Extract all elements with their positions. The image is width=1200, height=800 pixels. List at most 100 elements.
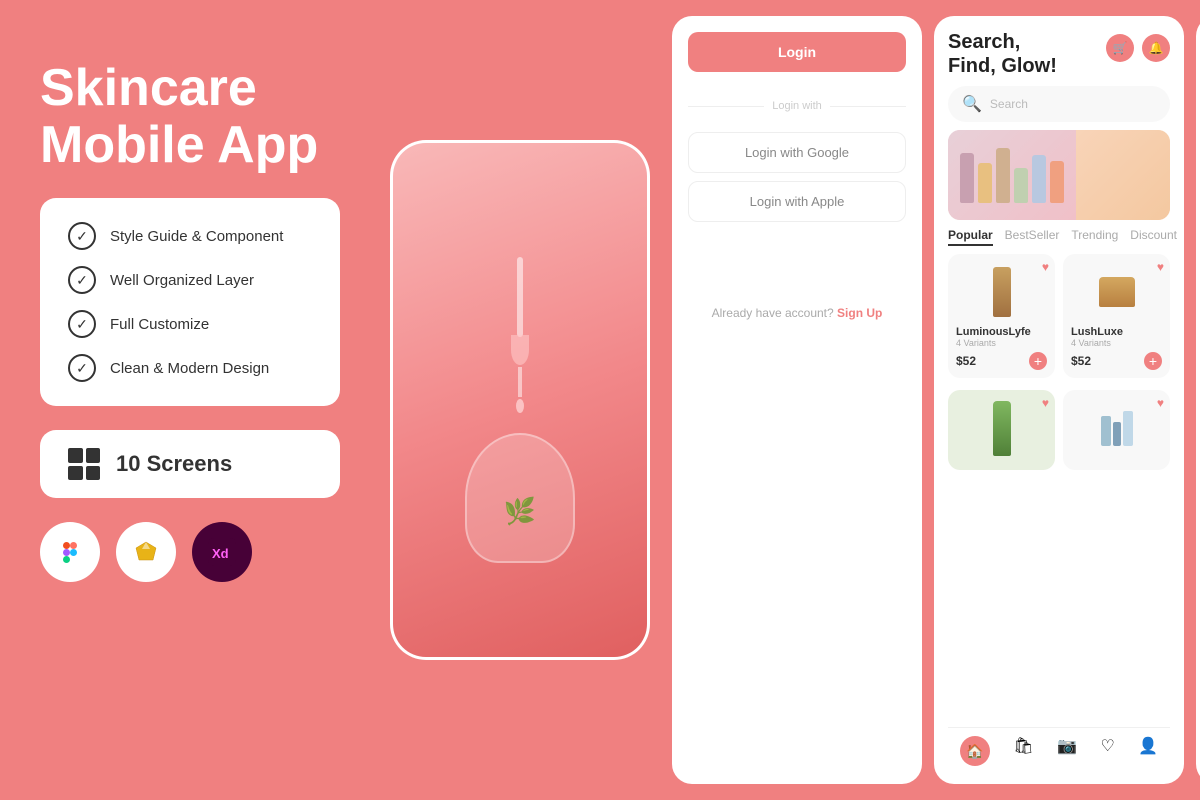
login-with-text: Login with: [772, 100, 822, 112]
product-card-4: ♥: [1063, 390, 1170, 470]
tabs-row: Popular BestSeller Trending Discount: [948, 228, 1170, 246]
phone-frame: 🌿: [390, 140, 650, 660]
search-placeholder: Search: [990, 97, 1028, 111]
dropper-visual: 🌿: [393, 143, 647, 657]
grid-icon: [68, 448, 100, 480]
cas3: [1123, 411, 1133, 446]
feature-text-4: Clean & Modern Design: [110, 360, 269, 377]
title-line1: Skincare: [40, 59, 257, 117]
already-text: Already have account?: [712, 306, 834, 320]
login-button-label: Login: [778, 44, 816, 60]
product-card-3: ♥: [948, 390, 1055, 470]
feature-text-2: Well Organized Layer: [110, 272, 254, 289]
grid-cell-1: [68, 448, 83, 463]
login-button[interactable]: Login: [688, 32, 906, 72]
login-with-section: Login with: [688, 88, 906, 124]
already-have-account: Already have account? Sign Up: [688, 298, 906, 328]
grid-cell-2: [86, 448, 101, 463]
nav-shop[interactable]: 🛍: [1013, 736, 1033, 766]
product-list-screen: Find Your PerfectSkincare Match! All Ski…: [1196, 16, 1200, 784]
title-line2: Mobile App: [40, 116, 318, 174]
bell-icon[interactable]: 🔔: [1142, 34, 1170, 62]
product-variants-1: 4 Variants: [956, 338, 1047, 348]
logo-overlay: 🌿: [504, 496, 536, 527]
tab-trending[interactable]: Trending: [1071, 228, 1118, 246]
product-img-3: [956, 398, 1047, 458]
dropper-group: [511, 257, 529, 413]
sketch-icon: [116, 522, 176, 582]
tab-popular[interactable]: Popular: [948, 228, 993, 246]
nav-profile[interactable]: 👤: [1138, 736, 1158, 766]
product-variants-2: 4 Variants: [1071, 338, 1162, 348]
google-login-label: Login with Google: [745, 145, 849, 160]
product-name-1: LuminousLyfe: [956, 326, 1047, 338]
nav-camera[interactable]: 📷: [1057, 736, 1077, 766]
cas1: [1101, 416, 1111, 446]
search-icon: 🔍: [962, 94, 982, 114]
check-icon-3: [68, 310, 96, 338]
shop-header: Search, Find, Glow! 🛒 🔔: [948, 30, 1170, 78]
grid-cell-3: [68, 466, 83, 481]
product-price-1: $52: [956, 354, 976, 368]
green-bottle-small: [993, 401, 1011, 456]
serum-bottle-1: [993, 267, 1011, 317]
features-card: Style Guide & Component Well Organized L…: [40, 198, 340, 406]
heart-icon-1[interactable]: ♥: [1042, 260, 1049, 274]
bottle-2: [978, 163, 992, 203]
tab-bestseller[interactable]: BestSeller: [1005, 228, 1060, 246]
header-icons: 🛒 🔔: [1106, 30, 1170, 62]
heart-icon-2[interactable]: ♥: [1157, 260, 1164, 274]
dropper-tip: [518, 367, 522, 397]
heart-icon-4[interactable]: ♥: [1157, 396, 1164, 410]
divider-row-1: Login with: [688, 100, 906, 112]
bottom-nav: 🏠 🛍 📷 ♡ 👤: [948, 727, 1170, 770]
feature-item-2: Well Organized Layer: [68, 266, 312, 294]
product-card-1: ♥ LuminousLyfe 4 Variants $52 +: [948, 254, 1055, 378]
nav-heart[interactable]: ♡: [1100, 736, 1114, 766]
screens-card: 10 Screens: [40, 430, 340, 498]
grid-cell-4: [86, 466, 101, 481]
nav-home[interactable]: 🏠: [960, 736, 990, 766]
add-product-1-button[interactable]: +: [1029, 352, 1047, 370]
signup-link[interactable]: Sign Up: [837, 306, 882, 320]
dropper-stem: [517, 257, 523, 337]
banner-right: [1076, 130, 1170, 220]
apple-login-button[interactable]: Login with Apple: [688, 181, 906, 222]
product-card-2: ♥ LushLuxe 4 Variants $52 +: [1063, 254, 1170, 378]
product-img-4: [1071, 398, 1162, 458]
product-name-2: LushLuxe: [1071, 326, 1162, 338]
feature-text-3: Full Customize: [110, 316, 209, 333]
screens-count: 10 Screens: [116, 451, 232, 477]
heart-icon-3[interactable]: ♥: [1042, 396, 1049, 410]
bottle-1: [960, 153, 974, 203]
right-panel: Login Login with Login with Google Login…: [660, 0, 1200, 800]
products-grid: ♥ LuminousLyfe 4 Variants $52 + ♥ LushLu…: [948, 254, 1170, 378]
add-product-2-button[interactable]: +: [1144, 352, 1162, 370]
jar-bottle-1: [1099, 277, 1135, 307]
figma-icon: [40, 522, 100, 582]
app-title: Skincare Mobile App: [40, 60, 340, 174]
tools-row: Xd: [40, 522, 340, 582]
check-icon-2: [68, 266, 96, 294]
divider-right: [830, 106, 906, 107]
tab-discount[interactable]: Discount: [1130, 228, 1177, 246]
xd-icon: Xd: [192, 522, 252, 582]
shop-title: Search, Find, Glow!: [948, 30, 1057, 78]
check-icon-1: [68, 222, 96, 250]
google-login-button[interactable]: Login with Google: [688, 132, 906, 173]
cas2: [1113, 422, 1121, 446]
product-img-1: [956, 262, 1047, 322]
product-img-2: [1071, 262, 1162, 322]
search-bar[interactable]: 🔍 Search: [948, 86, 1170, 122]
dropper-bulb: [511, 335, 529, 365]
banner-left: [948, 130, 1076, 220]
feature-item-4: Clean & Modern Design: [68, 354, 312, 382]
svg-text:Xd: Xd: [212, 546, 229, 561]
spacer: [688, 230, 906, 290]
bottle-5: [1032, 155, 1046, 203]
products-grid-2: ♥ ♥: [948, 390, 1170, 470]
apple-login-label: Login with Apple: [750, 194, 845, 209]
crystal-assorted: [1101, 411, 1133, 446]
feature-text-1: Style Guide & Component: [110, 228, 283, 245]
cart-icon[interactable]: 🛒: [1106, 34, 1134, 62]
